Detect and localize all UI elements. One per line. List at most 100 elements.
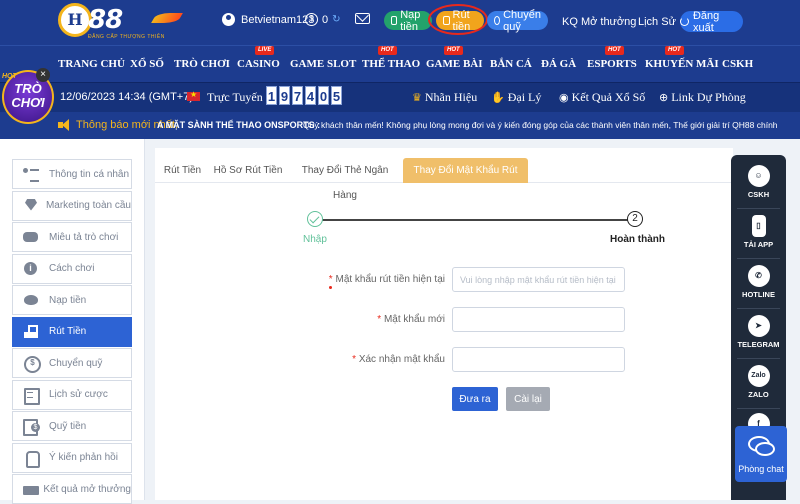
sidebar-item-label: Lịch sử cược <box>49 389 108 400</box>
agent-link-label: Đại Lý <box>507 90 542 104</box>
lottery-results-label: Kết Quả Xổ Số <box>571 90 646 104</box>
nav-item[interactable]: CASINO <box>237 58 280 70</box>
divider <box>737 258 780 259</box>
divider <box>737 358 780 359</box>
fund-icon <box>23 419 40 436</box>
zalo[interactable]: Zalo ZALO <box>731 365 786 399</box>
nav-badge: HOT <box>378 46 397 55</box>
step-2-label: Hoàn thành <box>610 234 665 245</box>
nav-badge: LIVE <box>255 46 275 55</box>
deposit-button[interactable]: Nạp tiền <box>384 9 432 33</box>
promo-hot-tag: HOT <box>2 73 17 80</box>
nav-item[interactable]: ESPORTS <box>587 58 637 70</box>
online-counter: 1 9 7 4 0 5 <box>266 86 342 105</box>
nav-item[interactable]: XỔ SỐ <box>130 58 164 70</box>
hotline[interactable]: ✆ HOTLINE <box>731 265 786 299</box>
confirm-password-input[interactable] <box>452 347 625 372</box>
brand-link-label: Nhãn Hiệu <box>424 90 478 104</box>
new-password-label-text: Mật khẩu mới <box>383 314 445 325</box>
nav-item[interactable]: TRÒ CHƠI <box>174 58 230 70</box>
wallet-icon <box>391 16 398 25</box>
divider <box>737 408 780 409</box>
nav-item[interactable]: CSKH <box>722 58 753 70</box>
sidebar-item[interactable]: Lịch sử cược <box>12 379 132 410</box>
balance: $ 0 ↻ <box>305 13 341 26</box>
balance-value: 0 <box>322 13 329 26</box>
results-link[interactable]: KQ Mở thưởng <box>562 16 636 28</box>
sidebar-item[interactable]: Chuyển quỹ <box>12 348 132 378</box>
sidebar-item-label: Miêu tả trò chơi <box>49 231 119 243</box>
sidebar-item-label: Kết quả mở thưởng <box>43 483 131 495</box>
sidebar-item-label: Rút Tiền <box>49 326 87 337</box>
new-password-label: * Mật khẩu mới <box>305 314 445 325</box>
nav-item[interactable]: GAME BÀI <box>426 58 483 70</box>
gamepad-icon <box>23 230 39 244</box>
tab-change-withdraw-password[interactable]: Thay Đổi Mật Khẩu Rút Tiền <box>403 158 528 201</box>
sidebar-item-label: Thông tin cá nhân <box>49 168 130 180</box>
feedback-icon <box>23 450 40 468</box>
step-progress-line <box>322 219 628 221</box>
new-password-input[interactable] <box>452 307 625 332</box>
tab-withdraw-history[interactable]: Hồ Sơ Rút Tiền <box>212 158 284 183</box>
nav-badge: HOT <box>665 46 684 55</box>
nav-item[interactable]: GAME SLOT <box>290 58 356 70</box>
brand-link[interactable]: ♛ Nhãn Hiệu <box>412 90 477 105</box>
announcement-text: Quý khách thân mến! Không phụ lòng mong … <box>303 120 780 130</box>
confirm-password-label: * Xác nhận mật khẩu <box>305 354 445 365</box>
user-account[interactable]: Betvietnam123 <box>222 13 314 26</box>
coin-icon: $ <box>305 13 318 26</box>
sidebar-item[interactable]: Rút Tiền <box>12 316 132 347</box>
logo-text: 88 <box>88 5 123 35</box>
history-list-icon <box>23 387 40 405</box>
nav-item[interactable]: KHUYẾN MÃI <box>645 58 719 70</box>
sidebar-item[interactable]: Marketing toàn cầu <box>12 190 132 221</box>
chat-label: Phòng chat <box>738 464 784 474</box>
result-icon: ◉ <box>559 92 569 104</box>
online-label: Trực Tuyến : <box>207 90 270 104</box>
username: Betvietnam123 <box>241 13 315 26</box>
reset-button[interactable]: Cài lại <box>506 387 550 411</box>
tab-change-bank-card[interactable]: Thay Đổi Thẻ Ngân Hàng <box>290 158 400 201</box>
online-digit: 5 <box>331 86 342 105</box>
close-icon[interactable]: × <box>36 68 50 82</box>
history-link[interactable]: Lịch Sử <box>638 16 676 28</box>
download-app[interactable]: ▯ TẢI APP <box>731 215 786 249</box>
sidebar-item[interactable]: Ý kiến phản hồi <box>12 442 132 473</box>
required-mark: * <box>352 354 357 365</box>
piggy-bank-icon <box>23 293 39 307</box>
red-dot <box>329 286 332 289</box>
logout-button[interactable]: Đăng xuất <box>680 9 743 34</box>
nav-item[interactable]: ĐÁ GÀ <box>541 58 576 70</box>
sidebar-item[interactable]: Nạp tiền <box>12 285 132 315</box>
sidebar-item[interactable]: Cách chơi <box>12 253 132 284</box>
agent-link[interactable]: ✋ Đại Lý <box>491 90 541 105</box>
sidebar-item-label: Chuyển quỹ <box>49 357 103 369</box>
logo-slogan: ĐẲNG CẤP THƯỢNG THIÊN <box>88 34 165 40</box>
chat-room-button[interactable]: Phòng chat <box>735 426 787 482</box>
download-app-label: TẢI APP <box>743 240 774 249</box>
nav-item[interactable]: TRANG CHỦ <box>58 58 125 70</box>
refresh-icon[interactable]: ↻ <box>332 14 340 25</box>
telegram[interactable]: ➤ TELEGRAM <box>731 315 786 349</box>
cskh-support[interactable]: ☺ CSKH <box>731 165 786 199</box>
highlight-circle <box>428 4 488 35</box>
sidebar-item[interactable]: Quỹ tiền <box>12 411 132 441</box>
mail-icon[interactable] <box>355 13 370 24</box>
nav-item[interactable]: BẮN CÁ <box>490 58 532 70</box>
required-mark: * <box>328 274 333 285</box>
sidebar-item[interactable]: Thông tin cá nhân <box>12 159 132 189</box>
tab-withdraw[interactable]: Rút Tiền <box>155 158 210 183</box>
chat-bubble-icon <box>755 442 775 456</box>
transfer-button[interactable]: Chuyển quỹ <box>487 9 548 33</box>
sidebar-item[interactable]: Miêu tả trò chơi <box>12 222 132 252</box>
step-1-label: Nhập <box>303 234 327 245</box>
current-password-input[interactable] <box>452 267 625 292</box>
site-logo[interactable]: H 88 ĐẲNG CẤP THƯỢNG THIÊN <box>58 3 183 43</box>
current-password-label: * Mật khẩu rút tiền hiện tại <box>305 274 445 285</box>
submit-button[interactable]: Đưa ra <box>452 387 498 411</box>
logout-label: Đăng xuất <box>692 9 720 34</box>
nav-item[interactable]: THỂ THAO <box>362 58 420 70</box>
globe-icon: ⊕ <box>659 92 669 104</box>
backup-link[interactable]: ⊕ Link Dự Phòng <box>659 90 746 105</box>
lottery-results-link[interactable]: ◉ Kết Quả Xổ Số <box>559 90 645 105</box>
